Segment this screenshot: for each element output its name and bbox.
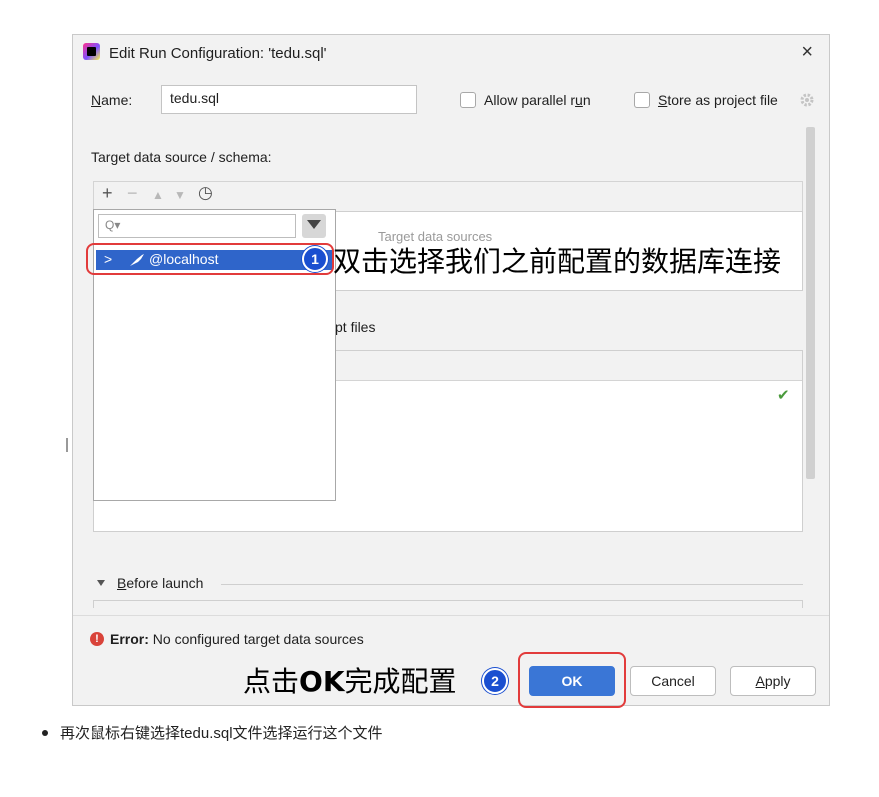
close-icon[interactable]: × [801, 41, 813, 64]
store-as-project-file-label: Store as project file [658, 92, 778, 108]
gear-icon[interactable] [799, 92, 815, 108]
filter-icon[interactable] [302, 214, 326, 238]
history-icon[interactable]: ◷ [198, 183, 213, 203]
title-bar: Edit Run Configuration: 'tedu.sql' × [73, 35, 829, 71]
move-down-icon[interactable]: ▼ [174, 188, 186, 202]
cancel-button[interactable]: Cancel [630, 666, 716, 696]
target-data-source-label: Target data source / schema: [91, 149, 272, 165]
move-up-icon[interactable]: ▲ [152, 188, 164, 202]
apply-button[interactable]: Apply [730, 666, 816, 696]
dialog-title: Edit Run Configuration: 'tedu.sql' [109, 45, 327, 62]
bullet-dot [42, 730, 48, 736]
before-launch-panel [93, 600, 803, 608]
name-field[interactable]: tedu.sql [161, 85, 417, 114]
add-icon[interactable]: + [102, 183, 113, 204]
intellij-logo-icon [83, 43, 100, 60]
check-icon: ✔ [777, 387, 790, 404]
remove-icon[interactable]: − [127, 183, 138, 204]
before-launch-label[interactable]: Before launch [117, 575, 203, 591]
name-label: Name: [91, 92, 133, 108]
before-launch-triangle-icon[interactable] [97, 580, 105, 586]
allow-parallel-run-checkbox[interactable] [460, 92, 476, 108]
error-icon: ! [90, 632, 104, 646]
page-edge-mark [66, 438, 68, 452]
target-toolbar: + − ▲ ▼ ◷ [93, 181, 803, 211]
before-launch-separator [221, 584, 803, 585]
highlight-localhost-box [86, 243, 334, 275]
step-2-badge: 2 [482, 668, 508, 694]
step-1-annotation: 双击选择我们之前配置的数据库连接 [333, 245, 782, 278]
bullet-text: 再次鼠标右键选择tedu.sql文件选择运行这个文件 [60, 725, 383, 742]
step-2-annotation: 点击OK完成配置 [243, 665, 457, 698]
dialog-scrollbar[interactable] [806, 127, 815, 479]
error-message: Error: No configured target data sources [110, 631, 364, 647]
footer-separator [73, 615, 829, 616]
popup-search-input[interactable]: Q▾ [98, 214, 296, 238]
edit-run-configuration-dialog: Edit Run Configuration: 'tedu.sql' × Nam… [72, 34, 830, 706]
allow-parallel-run-label: Allow parallel run [484, 92, 591, 108]
step-1-badge: 1 [302, 246, 328, 272]
script-files-label: pt files [335, 319, 376, 335]
highlight-ok-box [518, 652, 626, 708]
store-as-project-file-checkbox[interactable] [634, 92, 650, 108]
